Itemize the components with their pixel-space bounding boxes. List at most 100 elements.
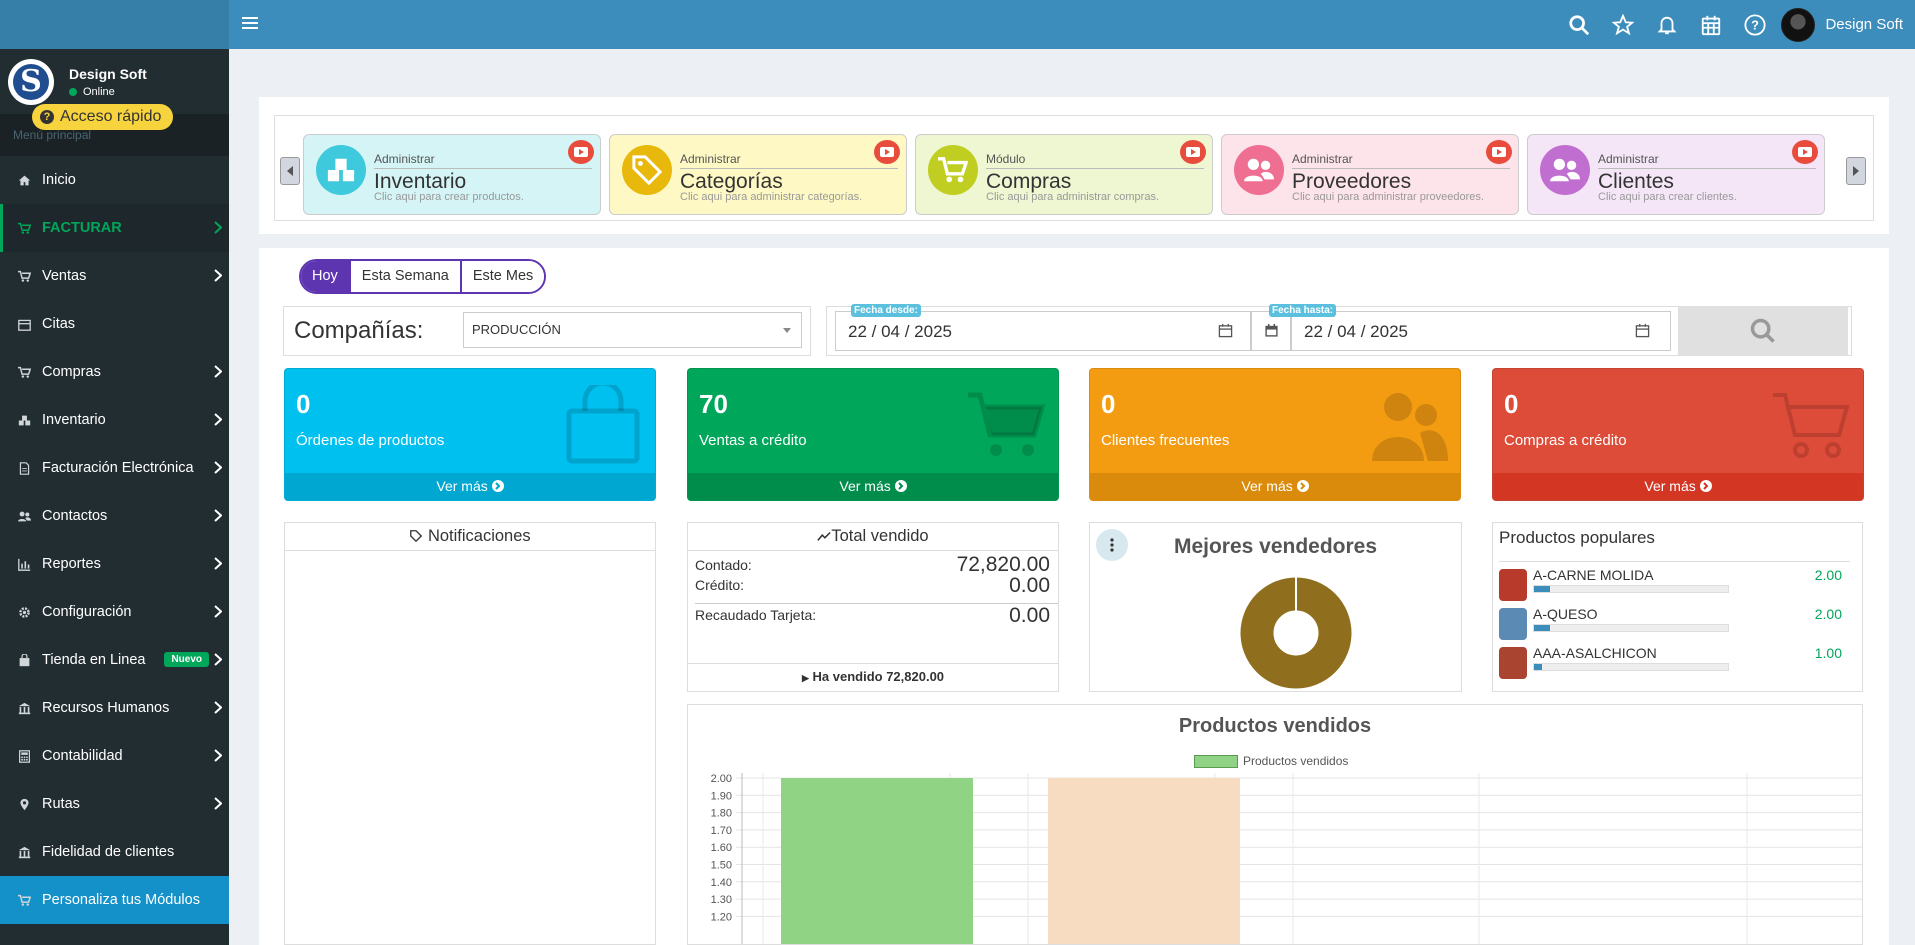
users-icon [17,509,31,523]
arrow-circle-right-icon [491,480,504,492]
youtube-icon[interactable] [1792,140,1818,164]
y-tick-label: 1.50 [711,860,732,872]
sidebar-item-inicio[interactable]: Inicio [0,156,229,204]
stat-label: Órdenes de productos [296,432,445,449]
y-tick-label: 1.20 [711,911,732,923]
sidebar-item-recursos-humanos[interactable]: Recursos Humanos [0,684,229,732]
cart-icon [17,269,31,283]
sidebar-item-citas[interactable]: Citas [0,300,229,348]
sidebar-item-label: Tienda en Linea [42,652,146,668]
stat-value: 70 [699,389,728,419]
chevron-right-icon [214,797,222,810]
popular-product-item[interactable]: A-QUESO 2.00 [1499,604,1850,642]
carousel-prev-button[interactable] [280,157,300,185]
sidebar-menu: Inicio FACTURAR Ventas Citas Compras Inventar… [0,156,229,924]
sidebar-toggle-icon[interactable] [242,14,258,34]
company-label: Compañías: [294,317,424,344]
quick-card-proveedores[interactable]: Administrar Proveedores Clic aqui para adm… [1221,134,1519,215]
bank-icon [17,845,31,859]
stat-label: Clientes frecuentes [1101,432,1230,449]
sidebar-item-label: Reportes [42,556,101,572]
calendar-picker-icon[interactable] [1218,323,1233,338]
new-badge: Nuevo [164,652,209,667]
quick-card-compras[interactable]: Módulo Compras Clic aqui para administrar … [915,134,1213,215]
stat-box-ventas-a-cr-dito: 70 Ventas a crédito Ver más [687,368,1059,501]
product-quantity: 2.00 [1814,567,1842,583]
product-thumbnail [1499,569,1527,601]
calendar-icon [1265,323,1278,337]
popular-product-item[interactable]: AAA-ASALCHICON 1.00 [1499,643,1850,681]
sidebar-item-contabilidad[interactable]: Contabilidad [0,732,229,780]
sidebar-item-rutas[interactable]: Rutas [0,780,229,828]
search-button[interactable] [1678,306,1848,356]
date-from-label: Fecha desde: [851,304,921,317]
quick-card-categor-as[interactable]: Administrar Categorías Clic aqui para admi… [609,134,907,215]
sidebar-item-facturar[interactable]: FACTURAR [0,204,229,252]
period-today-button[interactable]: Hoy [301,261,351,292]
best-sellers-donut[interactable] [1240,577,1352,689]
stat-box--rdenes-de-productos: 0 Órdenes de productos Ver más [284,368,656,501]
card-label: Recaudado Tarjeta: [695,607,817,623]
see-more-link[interactable]: Ver más [1493,473,1863,500]
date-to-input[interactable]: 22 / 04 / 2025 [1291,311,1671,351]
cart-icon [17,893,31,907]
calendar-icon[interactable] [1689,0,1733,49]
search-icon[interactable] [1557,0,1601,49]
date-from-input[interactable]: 22 / 04 / 2025 [835,311,1251,351]
youtube-icon[interactable] [1486,140,1512,164]
star-icon[interactable] [1601,0,1645,49]
period-week-button[interactable]: Esta Semana [350,261,462,292]
sidebar-item-inventario[interactable]: Inventario [0,396,229,444]
sidebar-item-personaliza-tus-m-dulos[interactable]: Personaliza tus Módulos [0,876,229,924]
quick-card-inventario[interactable]: Administrar Inventario Clic aqui para crea… [303,134,601,215]
chevron-right-icon [214,269,222,282]
carousel-next-button[interactable] [1846,157,1866,185]
chevron-right-icon [214,653,222,666]
total-sold-footer[interactable]: ▶ Ha vendido 72,820.00 [688,663,1058,691]
chevron-right-icon [214,749,222,762]
sidebar-item-facturaci-n-electr-nica[interactable]: Facturación Electrónica [0,444,229,492]
shopping-bag-icon [563,380,643,465]
stat-box-clientes-frecuentes: 0 Clientes frecuentes Ver más [1089,368,1461,501]
y-tick-label: 1.80 [711,808,732,820]
sidebar-item-configuraci-n[interactable]: Configuración [0,588,229,636]
see-more-link[interactable]: Ver más [688,473,1058,500]
sidebar-item-compras[interactable]: Compras [0,348,229,396]
user-menu[interactable]: Design Soft [1777,0,1915,49]
quick-card-clientes[interactable]: Administrar Clientes Clic aqui para crear … [1527,134,1825,215]
sidebar-item-label: Inventario [42,412,106,428]
map-marker-icon [17,797,31,811]
sidebar-item-tienda-en-linea[interactable]: Tienda en Linea Nuevo [0,636,229,684]
sidebar-item-fidelidad-de-clientes[interactable]: Fidelidad de clientes [0,828,229,876]
see-more-link[interactable]: Ver más [1090,473,1460,500]
period-selector: Hoy Esta Semana Este Mes [299,259,547,294]
youtube-icon[interactable] [1180,140,1206,164]
best-sellers-panel: Mejores vendedores [1089,522,1462,692]
search-icon [1750,318,1775,343]
quick-card-subtitle: Administrar [680,152,741,166]
product-thumbnail [1499,608,1527,640]
chevron-right-icon [214,701,222,714]
sidebar-item-contactos[interactable]: Contactos [0,492,229,540]
youtube-icon[interactable] [874,140,900,164]
arrow-circle-right-icon [1699,480,1712,492]
product-quantity: 2.00 [1814,606,1842,622]
users-icon [1368,385,1448,465]
product-progress [1533,624,1729,632]
sidebar-item-reportes[interactable]: Reportes [0,540,229,588]
bell-icon[interactable] [1645,0,1689,49]
company-select[interactable]: PRODUCCIÓN [463,312,802,348]
period-month-button[interactable]: Este Mes [461,261,545,292]
chevron-right-icon [214,509,222,522]
calendar-picker-icon[interactable] [1635,323,1650,338]
youtube-icon[interactable] [568,140,594,164]
popular-product-item[interactable]: A-CARNE MOLIDA 2.00 [1499,565,1850,603]
sidebar-item-ventas[interactable]: Ventas [0,252,229,300]
cart-icon [928,145,978,195]
see-more-link[interactable]: Ver más [285,473,655,500]
products-sold-chart: Productos vendidos Productos vendidos 2.… [687,704,1863,945]
stat-label: Ventas a crédito [699,432,807,449]
credit-value: 0.00 [1009,574,1050,597]
chart-canvas: 2.00 1.90 1.80 1.70 1.60 1.50 1.40 1.30 1.20 [711,773,1862,944]
help-icon[interactable]: ? [1733,0,1777,49]
